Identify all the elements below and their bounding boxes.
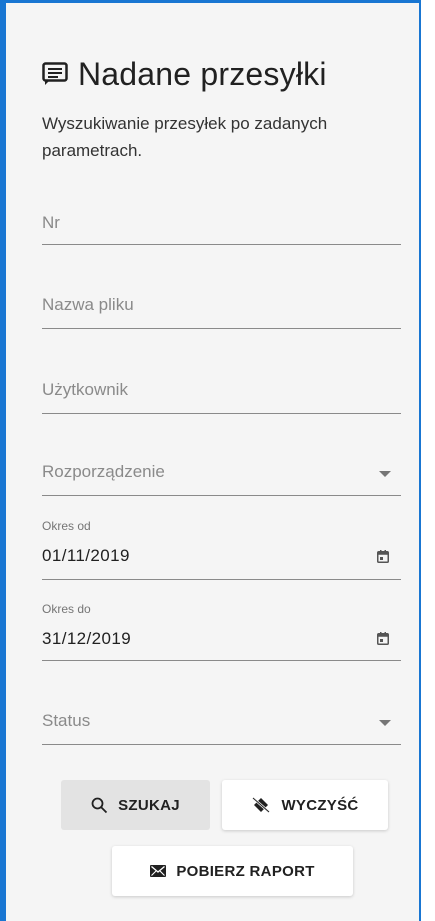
date-from-field[interactable]: Okres od 01/11/2019 [42,516,401,580]
search-button[interactable]: SZUKAJ [61,780,210,830]
clear-button[interactable]: WYCZYŚĆ [222,780,388,830]
regulation-placeholder: Rozporządzenie [42,462,165,481]
regulation-select[interactable]: Rozporządzenie [42,456,401,496]
date-to-label: Okres do [42,602,91,616]
status-placeholder: Status [42,711,91,730]
user-placeholder: Użytkownik [42,380,128,399]
date-from-label: Okres od [42,519,91,533]
page-title: Nadane przesyłki [42,53,327,95]
date-from-value: 01/11/2019 [42,546,130,565]
date-to-field[interactable]: Okres do 31/12/2019 [42,599,401,661]
clear-button-label: WYCZYŚĆ [281,796,359,814]
status-select[interactable]: Status [42,703,401,745]
search-panel: Nadane przesyłki Wyszukiwanie przesyłek … [0,0,421,921]
date-to-value: 31/12/2019 [42,629,132,648]
chevron-down-icon [379,720,391,726]
search-button-label: SZUKAJ [118,796,180,814]
user-input[interactable]: Użytkownik [42,372,401,414]
calendar-icon[interactable] [377,550,389,563]
page-title-text: Nadane przesyłki [78,55,327,92]
page-subtitle: Wyszukiwanie przesyłek po zadanych param… [42,114,328,160]
calendar-icon[interactable] [377,632,389,645]
filename-input[interactable]: Nazwa pliku [42,287,401,329]
chevron-down-icon [379,471,391,477]
download-report-button-label: POBIERZ RAPORT [176,862,315,880]
download-report-button[interactable]: POBIERZ RAPORT [112,846,353,896]
mail-icon [150,865,167,877]
nr-placeholder: Nr [42,213,60,232]
message-square-icon [42,61,70,87]
search-icon [91,797,108,814]
eraser-icon [251,796,271,814]
nr-input[interactable]: Nr [42,203,401,245]
filename-placeholder: Nazwa pliku [42,295,134,314]
